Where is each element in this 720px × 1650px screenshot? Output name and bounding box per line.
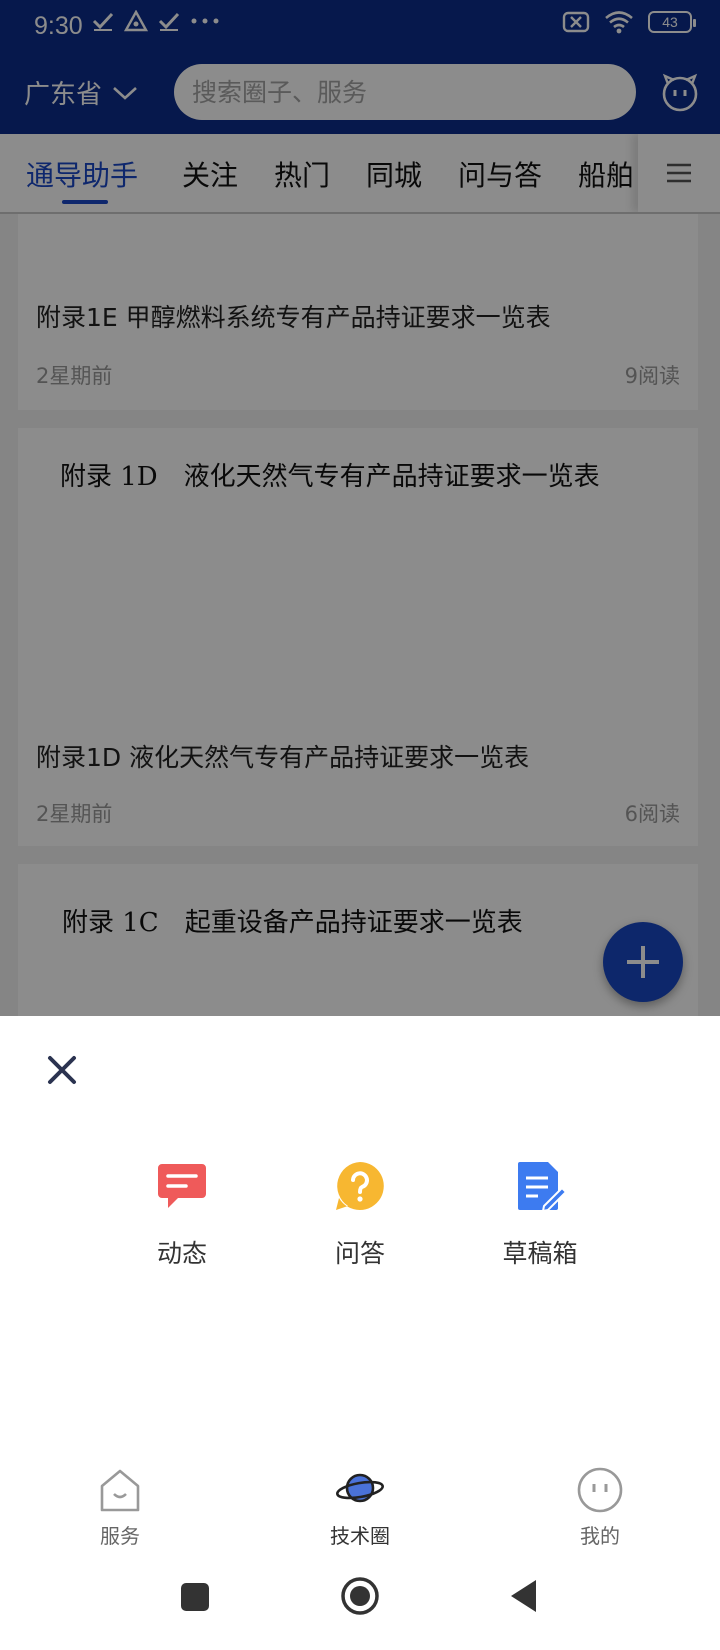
dim-overlay[interactable] [0, 0, 720, 1016]
nav-label: 技术圈 [330, 1524, 390, 1548]
question-icon [336, 1162, 384, 1210]
planet-icon [336, 1473, 384, 1503]
back-button[interactable] [508, 1578, 538, 1614]
system-nav-bar [0, 1550, 720, 1650]
nav-item-service[interactable]: 服务 [60, 1466, 180, 1549]
action-label: 动态 [156, 1239, 207, 1268]
nav-item-mine[interactable]: 我的 [540, 1466, 660, 1549]
action-label: 草稿箱 [502, 1239, 578, 1268]
face-icon [577, 1467, 623, 1513]
post-dynamic-button[interactable]: 动态 [122, 1160, 242, 1270]
nav-label: 服务 [100, 1524, 140, 1548]
home-smile-icon [100, 1469, 140, 1512]
chat-bubble-icon [158, 1164, 206, 1208]
drafts-button[interactable]: 草稿箱 [480, 1160, 600, 1270]
draft-document-icon [518, 1162, 568, 1213]
post-question-button[interactable]: 问答 [300, 1160, 420, 1270]
bottom-nav: 服务 技术圈 我的 [0, 1456, 720, 1550]
recent-apps-button[interactable] [180, 1582, 210, 1612]
home-button[interactable] [340, 1576, 380, 1616]
action-label: 问答 [334, 1239, 385, 1268]
close-icon[interactable] [44, 1052, 80, 1088]
nav-item-tech-circle[interactable]: 技术圈 [300, 1466, 420, 1549]
nav-label: 我的 [580, 1524, 620, 1548]
